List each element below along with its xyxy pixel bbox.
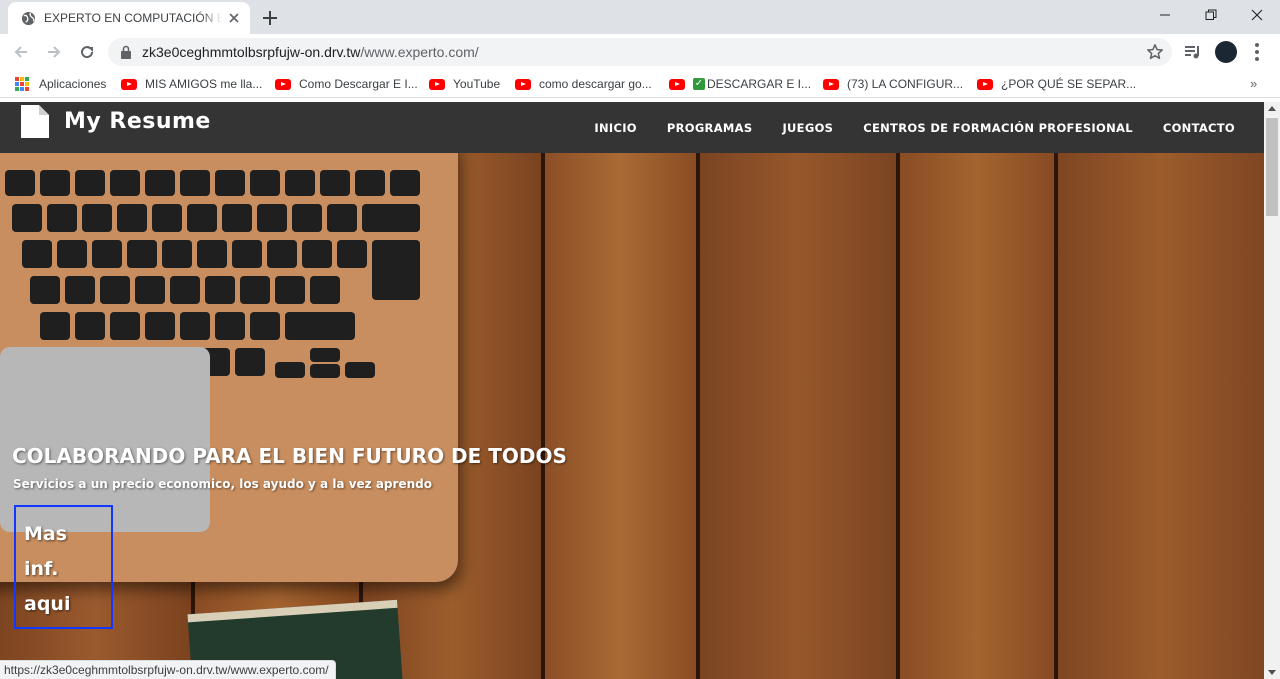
nav-link-contacto[interactable]: CONTACTO	[1163, 121, 1235, 135]
forward-button[interactable]	[42, 40, 66, 64]
page-scrollbar[interactable]	[1264, 102, 1280, 679]
more-menu-icon[interactable]	[1251, 42, 1263, 62]
close-window-button[interactable]	[1234, 0, 1280, 30]
bookmark-item[interactable]: ✓ DESCARGAR E I...	[669, 76, 811, 92]
minimize-button[interactable]	[1142, 0, 1188, 30]
bookmark-label: Como Descargar E I...	[299, 77, 418, 91]
youtube-icon	[121, 78, 137, 90]
youtube-icon	[669, 78, 685, 90]
arrow-left-icon	[14, 46, 27, 58]
hero-title: COLABORANDO PARA EL BIEN FUTURO DE TODOS	[12, 444, 567, 468]
restore-button[interactable]	[1188, 0, 1234, 30]
lock-icon[interactable]	[120, 45, 132, 59]
url-text: zk3e0ceghmmtolbsrpfujw-on.drv.tw/www.exp…	[142, 45, 479, 60]
more-info-line: aqui	[24, 593, 71, 615]
tab-title: EXPERTO EN COMPUTACIÓN E IN	[44, 11, 222, 25]
youtube-icon	[977, 78, 993, 90]
more-info-button[interactable]: Mas inf. aqui	[14, 505, 113, 629]
document-icon	[21, 105, 49, 138]
globe-icon	[21, 11, 36, 26]
site-nav: INICIO PROGRAMAS JUEGOS CENTROS DE FORMA…	[594, 121, 1235, 135]
address-bar[interactable]: zk3e0ceghmmtolbsrpfujw-on.drv.tw/www.exp…	[108, 38, 1172, 66]
profile-avatar[interactable]	[1215, 41, 1237, 63]
arrow-right-icon	[48, 46, 61, 58]
site-logo[interactable]: My Resume	[64, 109, 211, 134]
apps-grid-icon	[15, 77, 29, 91]
back-button[interactable]	[9, 40, 33, 64]
bookmark-label: DESCARGAR E I...	[707, 77, 812, 91]
nav-link-programas[interactable]: PROGRAMAS	[667, 121, 753, 135]
bookmark-item[interactable]: (73) LA CONFIGUR...	[823, 76, 963, 92]
url-path: /www.experto.com/	[360, 44, 479, 60]
close-icon	[1251, 9, 1263, 21]
youtube-icon	[429, 78, 445, 90]
bookmarks-bar: Aplicaciones MIS AMIGOS me lla... Como D…	[0, 70, 1280, 98]
check-mark-icon: ✓	[693, 78, 705, 90]
bookmark-item[interactable]: como descargar go...	[515, 76, 652, 92]
youtube-icon	[275, 78, 291, 90]
scroll-thumb[interactable]	[1266, 118, 1278, 216]
web-page: My Resume INICIO PROGRAMAS JUEGOS CENTRO…	[0, 102, 1264, 679]
url-host: zk3e0ceghmmtolbsrpfujw-on.drv.tw	[142, 44, 361, 60]
status-bar-url: https://zk3e0ceghmmtolbsrpfujw-on.drv.tw…	[0, 660, 336, 679]
bookmark-label: YouTube	[453, 77, 501, 91]
star-icon[interactable]	[1146, 43, 1164, 61]
more-info-line: inf.	[24, 558, 59, 580]
bookmark-label: MIS AMIGOS me lla...	[145, 77, 263, 91]
media-control-icon[interactable]	[1183, 42, 1203, 62]
site-navbar: My Resume INICIO PROGRAMAS JUEGOS CENTRO…	[0, 102, 1264, 153]
bookmark-label: ¿POR QUÉ SE SEPAR...	[1001, 77, 1137, 91]
reload-icon	[81, 46, 94, 59]
youtube-icon	[515, 78, 531, 90]
bookmark-label: como descargar go...	[539, 77, 652, 91]
scroll-down-arrow-icon[interactable]	[1268, 670, 1276, 675]
nav-link-inicio[interactable]: INICIO	[594, 121, 636, 135]
bookmark-item[interactable]: Como Descargar E I...	[275, 76, 418, 92]
browser-tab[interactable]: EXPERTO EN COMPUTACIÓN E IN	[8, 2, 250, 34]
nav-link-centros[interactable]: CENTROS DE FORMACIÓN PROFESIONAL	[863, 121, 1133, 135]
minimize-icon	[1160, 14, 1170, 16]
new-tab-icon[interactable]	[259, 7, 281, 29]
more-info-line: Mas	[24, 523, 68, 545]
bookmark-label: Aplicaciones	[39, 77, 107, 91]
hero-subtitle: Servicios a un precio economico, los ayu…	[13, 477, 432, 491]
bookmark-apps[interactable]: Aplicaciones	[15, 76, 106, 92]
restore-icon	[1205, 9, 1217, 20]
bookmark-item[interactable]: MIS AMIGOS me lla...	[121, 76, 262, 92]
reload-button[interactable]	[75, 40, 99, 64]
nav-link-juegos[interactable]: JUEGOS	[782, 121, 833, 135]
youtube-icon	[823, 78, 839, 90]
browser-toolbar: zk3e0ceghmmtolbsrpfujw-on.drv.tw/www.exp…	[0, 34, 1280, 70]
bookmark-label: (73) LA CONFIGUR...	[847, 77, 964, 91]
bookmark-item[interactable]: YouTube	[429, 76, 500, 92]
close-tab-icon[interactable]	[226, 10, 242, 26]
tab-strip: EXPERTO EN COMPUTACIÓN E IN	[0, 0, 1280, 34]
more-bookmarks-button[interactable]: »	[1250, 76, 1257, 91]
scroll-up-arrow-icon[interactable]	[1268, 106, 1276, 111]
bookmark-item[interactable]: ¿POR QUÉ SE SEPAR...	[977, 76, 1136, 92]
